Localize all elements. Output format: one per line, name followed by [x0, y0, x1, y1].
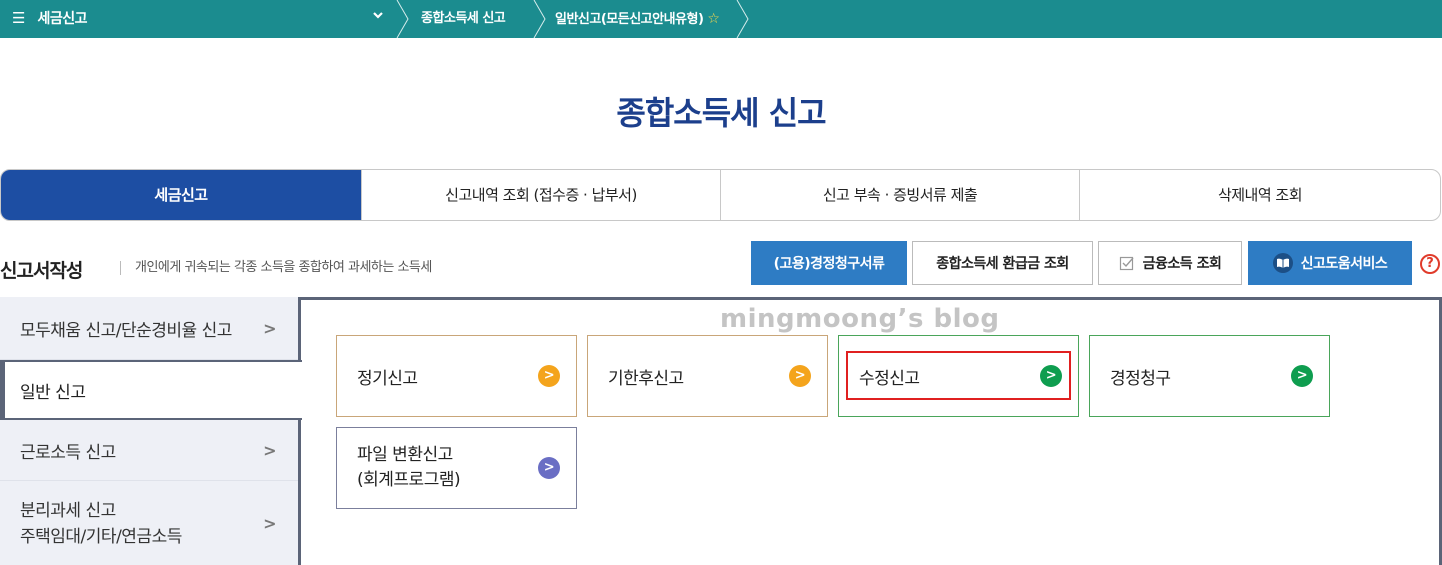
- tab-tax-report[interactable]: 세금신고: [1, 170, 362, 220]
- sidebar-item-label: 모두채움 신고/단순경비율 신고: [20, 320, 232, 341]
- card-label: 경정청구: [1110, 368, 1171, 389]
- chevron-right-icon: >: [263, 318, 276, 338]
- tab-submit-documents[interactable]: 신고 부속 · 증빙서류 제출: [721, 170, 1080, 220]
- financial-income-inquiry-button[interactable]: 금융소득 조회: [1098, 241, 1242, 285]
- breadcrumb-item-general-report[interactable]: 일반신고(모든신고안내유형) ☆: [555, 0, 720, 38]
- sidebar-item-label-line1: 분리과세 신고: [20, 500, 116, 521]
- file-conversion-report-card[interactable]: 파일 변환신고 (회계프로그램) >: [336, 427, 577, 509]
- sidebar-item-label: 일반 신고: [20, 382, 86, 403]
- report-help-label: 신고도움서비스: [1300, 256, 1388, 272]
- card-label: 파일 변환신고 (회계프로그램): [357, 443, 461, 493]
- financial-income-label: 금융소득 조회: [1142, 256, 1222, 272]
- section-title: 신고서작성: [0, 260, 83, 282]
- card-label-line2: (회계프로그램): [357, 470, 461, 490]
- sidebar-item-label: 근로소득 신고: [20, 443, 116, 463]
- chevron-right-circle-icon: >: [1040, 365, 1062, 387]
- sidebar-item-prefilled-report[interactable]: 모두채움 신고/단순경비율 신고 >: [0, 297, 300, 360]
- help-question-icon[interactable]: ?: [1420, 254, 1440, 274]
- card-label-line1: 파일 변환신고: [357, 445, 453, 465]
- favorite-star-icon[interactable]: ☆: [707, 11, 720, 27]
- regular-report-card[interactable]: 정기신고 >: [336, 335, 577, 417]
- amended-report-card[interactable]: 수정신고 >: [838, 335, 1079, 417]
- top-navigation-bar: ☰ 세금신고 종합소득세 신고 일반신고(모든신고안내유형) ☆: [0, 0, 1442, 38]
- blog-watermark: mingmoong’s blog: [720, 304, 1000, 334]
- breadcrumb-separator-icon: [736, 0, 749, 38]
- sidebar-item-label-line2: 주택임대/기타/연금소득: [20, 526, 182, 547]
- tab-deleted-history[interactable]: 삭제내역 조회: [1080, 170, 1440, 220]
- tab-report-history[interactable]: 신고내역 조회 (접수증 · 납부서): [362, 170, 721, 220]
- claim-documents-button[interactable]: (고용)경정청구서류: [751, 241, 907, 285]
- breadcrumb-separator-icon: [533, 0, 546, 38]
- sidebar-item-label: 분리과세 신고 주택임대/기타/연금소득: [20, 498, 182, 550]
- main-menu-button[interactable]: ☰ 세금신고: [12, 6, 87, 30]
- breadcrumb-item-income-tax[interactable]: 종합소득세 신고: [421, 0, 506, 38]
- hamburger-icon: ☰: [12, 9, 26, 27]
- main-tabs: 세금신고 신고내역 조회 (접수증 · 납부서) 신고 부속 · 증빙서류 제출…: [0, 169, 1441, 221]
- chevron-right-circle-icon: >: [789, 365, 811, 387]
- sidebar-item-earned-income-report[interactable]: 근로소득 신고 >: [0, 421, 300, 481]
- report-help-service-button[interactable]: 신고도움서비스: [1248, 241, 1412, 285]
- late-report-card[interactable]: 기한후신고 >: [587, 335, 828, 417]
- sidebar-item-general-report[interactable]: 일반 신고: [0, 360, 302, 420]
- page-title: 종합소득세 신고: [616, 94, 826, 132]
- chevron-down-icon[interactable]: [372, 8, 384, 25]
- chevron-right-circle-icon: >: [538, 365, 560, 387]
- chevron-right-circle-icon: >: [1291, 365, 1313, 387]
- sidebar-item-separate-taxation-report[interactable]: 분리과세 신고 주택임대/기타/연금소득 >: [0, 482, 300, 565]
- section-description: 개인에게 귀속되는 각종 소득을 종합하여 과세하는 소득세: [120, 261, 432, 275]
- book-icon: [1272, 253, 1293, 273]
- breadcrumb-separator-icon: [396, 0, 409, 38]
- chevron-right-circle-icon: >: [538, 457, 560, 479]
- card-label: 정기신고: [357, 368, 418, 389]
- card-label: 기한후신고: [608, 368, 684, 389]
- card-label: 수정신고: [859, 368, 920, 389]
- refund-inquiry-button[interactable]: 종합소득세 환급금 조회: [912, 241, 1093, 285]
- breadcrumb-label: 일반신고(모든신고안내유형): [555, 12, 704, 27]
- chevron-right-icon: >: [263, 514, 276, 533]
- menu-label: 세금신고: [37, 11, 87, 27]
- chevron-right-icon: >: [263, 441, 276, 460]
- correction-claim-card[interactable]: 경정청구 >: [1089, 335, 1330, 417]
- checkbox-edit-icon: [1119, 255, 1135, 271]
